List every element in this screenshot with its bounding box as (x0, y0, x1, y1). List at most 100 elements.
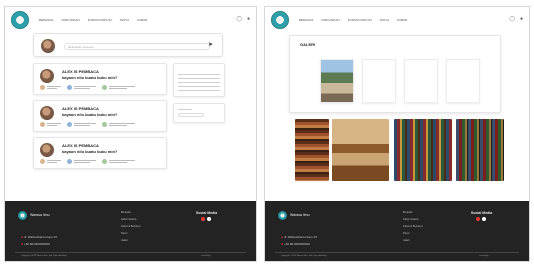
reply-preview (102, 122, 135, 127)
footer-link[interactable]: Kabar Galeria (403, 218, 423, 221)
nav-item-kabar[interactable]: KABAR (137, 18, 147, 22)
location-icon: ● (21, 235, 24, 239)
post-composer: diskusikan sesuatu... ➤ (33, 33, 223, 57)
nav-item-kabar[interactable]: KABAR (397, 18, 407, 22)
nav-item-beranda[interactable]: BERANDA (39, 18, 54, 22)
instagram-icon[interactable] (201, 217, 205, 221)
post-author: ALEX IS PEMBACA (62, 106, 99, 111)
sidebar-widget (173, 103, 225, 123)
footer-link[interactable]: Kabar & Berkaryo (403, 225, 423, 228)
gallery-thumbnail[interactable] (320, 59, 354, 103)
credit: created by ... (479, 255, 491, 257)
post-replies (40, 85, 160, 90)
footer-phone: ● +62 821000000002 (21, 242, 50, 246)
phone-icon: ● (21, 242, 24, 246)
reply-preview (102, 85, 135, 90)
avatar (41, 39, 55, 53)
nav-item-diskusikan[interactable]: DISKUSIKAN (62, 18, 80, 22)
send-icon[interactable]: ➤ (208, 42, 213, 48)
social-media-title: Social Media (196, 211, 218, 215)
footer-link[interactable]: Kabar Galeria (121, 218, 141, 221)
sidebar-button[interactable] (178, 113, 204, 117)
gallery-page-panel: BERANDA DISKUSIKAN FORUM DISKUSI TANYA K… (264, 6, 530, 262)
bell-icon[interactable]: ◯ (509, 17, 515, 22)
gallery-title: GALERI (300, 42, 316, 47)
avatar (40, 106, 54, 120)
reply-preview (67, 122, 96, 127)
post-replies (40, 122, 160, 127)
footer-address: ● Jl. Walzocibarzu Kam 15 (281, 235, 317, 239)
address-text: Jl. Walzocibarzu Kam 15 (283, 235, 317, 239)
gallery-thumbnail[interactable] (362, 59, 396, 103)
footer-phone: ● +62 821000000002 (281, 242, 310, 246)
phone-text: +62 821000000002 (23, 242, 50, 246)
sidebar-widget (173, 63, 225, 97)
navbar: BERANDA DISKUSIKAN FORUM DISKUSI TANYA K… (265, 7, 529, 33)
gallery-photo[interactable] (394, 119, 452, 181)
copyright: Copyright ©2023 Warasa Ilmu. Hak Cipta d… (281, 255, 327, 257)
instagram-icon[interactable] (476, 217, 480, 221)
footer-link[interactable]: Pavor (121, 232, 141, 235)
footer-link[interactable]: Kabar & Berkaryo (121, 225, 141, 228)
footer-brand: Warasa Ilmu (30, 213, 50, 217)
footer-link[interactable]: Galeri (121, 239, 141, 242)
footer-link[interactable]: Pavor (403, 232, 423, 235)
footer-links: Beranda Kabar Galeria Kabar & Berkaryo P… (403, 211, 423, 242)
footer: Warasa Ilmu ● Jl. Walzocibarzu Kam 15 ● … (5, 201, 256, 261)
gallery-photo[interactable] (456, 119, 504, 181)
post-question: kayaon nilo buatu buku min? (62, 75, 118, 80)
phone-text: +62 821000000002 (283, 242, 310, 246)
footer-link[interactable]: Galeri (403, 239, 423, 242)
post-question: kayaon nilo buatu buku min? (62, 112, 118, 117)
address-text: Jl. Walzocibarzu Kam 15 (23, 235, 57, 239)
navbar: BERANDA DISKUSIKAN FORUM DISKUSI TANYA K… (5, 7, 256, 33)
nav-icons: ◯ ● (236, 17, 250, 22)
site-logo[interactable] (271, 11, 289, 29)
credit: created by ... (201, 255, 213, 257)
post-card[interactable]: ALEX IS PEMBACA kayaon nilo buatu buku m… (33, 137, 167, 169)
tiktok-icon[interactable] (482, 217, 486, 221)
nav-icons: ◯ ● (509, 17, 523, 22)
user-icon[interactable]: ● (247, 17, 250, 22)
bell-icon[interactable]: ◯ (236, 17, 242, 22)
footer-link[interactable]: Beranda (403, 211, 423, 214)
reply-preview (102, 159, 135, 164)
footer-links: Beranda Kabar Galeria Kabar & Berkaryo P… (121, 211, 141, 242)
reply-preview (40, 122, 61, 127)
nav-item-forum[interactable]: FORUM DISKUSI (348, 18, 372, 22)
reply-preview (40, 159, 61, 164)
gallery-photo[interactable] (295, 119, 329, 181)
site-logo[interactable] (11, 11, 29, 29)
reply-preview (40, 85, 61, 90)
footer-logo (18, 211, 27, 220)
post-card[interactable]: ALEX IS PEMBACA kayaon nilo buatu buku m… (33, 100, 167, 132)
reply-preview (67, 159, 96, 164)
gallery-photo[interactable] (332, 119, 389, 181)
nav-menu: BERANDA DISKUSIKAN FORUM DISKUSI TANYA K… (299, 18, 407, 22)
user-icon[interactable]: ● (520, 17, 523, 22)
gallery-thumbnail[interactable] (404, 59, 438, 103)
nav-item-diskusikan[interactable]: DISKUSIKAN (322, 18, 340, 22)
avatar (40, 143, 54, 157)
reply-preview (67, 85, 96, 90)
social-icons (201, 217, 211, 221)
footer-logo (278, 211, 287, 220)
nav-item-tanya[interactable]: TANYA (120, 18, 130, 22)
nav-item-forum[interactable]: FORUM DISKUSI (88, 18, 112, 22)
gallery-thumbnail[interactable] (446, 59, 480, 103)
gallery-section: GALERI (289, 35, 501, 113)
nav-menu: BERANDA DISKUSIKAN FORUM DISKUSI TANYA K… (39, 18, 147, 22)
post-card[interactable]: ALEX IS PEMBACA kayaon nilo buatu buku m… (33, 63, 167, 95)
tiktok-icon[interactable] (207, 217, 211, 221)
post-author: ALEX IS PEMBACA (62, 69, 99, 74)
footer-brand: Warasa Ilmu (290, 213, 310, 217)
composer-placeholder: diskusikan sesuatu... (68, 45, 96, 49)
social-media-title: Social Media (471, 211, 493, 215)
social-icons (476, 217, 486, 221)
nav-item-beranda[interactable]: BERANDA (299, 18, 314, 22)
composer-input[interactable]: diskusikan sesuatu... (64, 43, 210, 50)
location-icon: ● (281, 235, 284, 239)
nav-item-tanya[interactable]: TANYA (380, 18, 390, 22)
footer-link[interactable]: Beranda (121, 211, 141, 214)
avatar (40, 69, 54, 83)
